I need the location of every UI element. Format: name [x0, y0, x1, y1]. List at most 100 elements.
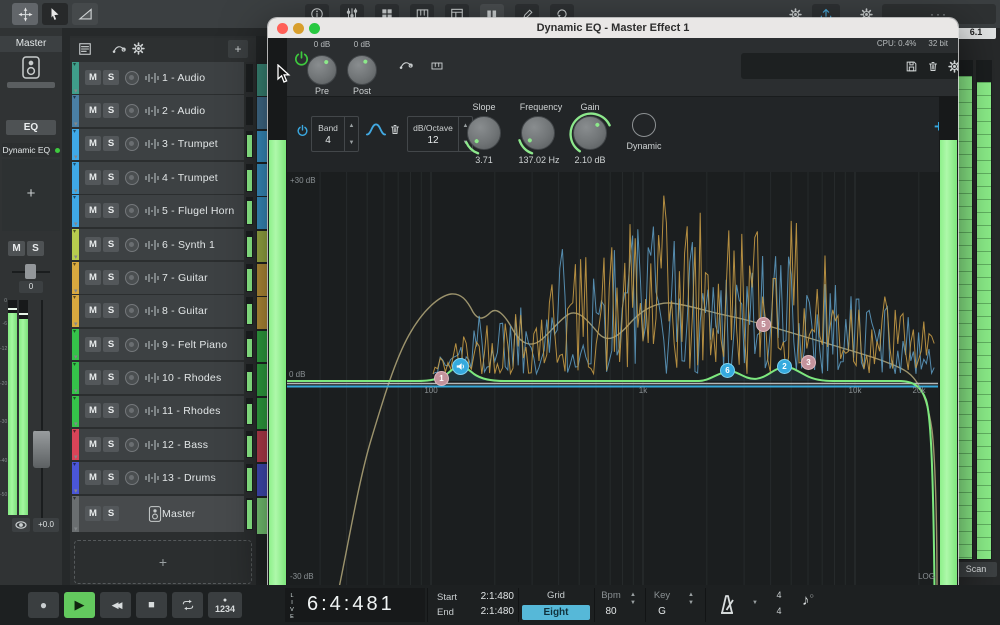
bpm-steppers[interactable]: ▲▼	[630, 591, 636, 607]
fade-tool-button[interactable]	[72, 3, 98, 25]
track-name[interactable]: 13 - Drums	[162, 472, 216, 484]
clip-block[interactable]	[257, 398, 267, 430]
delete-preset-icon[interactable]	[927, 60, 939, 73]
automation-arrow-icon[interactable]: ▾	[74, 488, 78, 495]
key-value[interactable]: G	[648, 606, 676, 617]
track-name[interactable]: Master	[162, 508, 195, 520]
arm-record-button[interactable]	[125, 171, 139, 185]
automation-icon[interactable]	[397, 58, 415, 72]
fold-arrow-icon[interactable]: ▾	[73, 262, 76, 268]
monitor-toggle-button[interactable]	[12, 518, 30, 532]
track-solo-button[interactable]: S	[103, 370, 119, 385]
clip-block[interactable]	[257, 498, 267, 534]
band-up-arrow[interactable]: ▲	[349, 123, 355, 129]
track-solo-button[interactable]: S	[103, 270, 119, 285]
band-down-arrow[interactable]: ▼	[349, 140, 355, 146]
eq-graph[interactable]: +30 dB 0 dB -30 dB LOG 1001k10k20k 15623	[287, 172, 939, 590]
track-mute-button[interactable]: M	[85, 237, 101, 252]
arm-record-button[interactable]	[125, 371, 139, 385]
track-mute-button[interactable]: M	[85, 370, 101, 385]
fold-arrow-icon[interactable]: ▾	[73, 129, 76, 135]
track-name[interactable]: 8 - Guitar	[162, 305, 208, 317]
track-solo-button[interactable]: S	[103, 237, 119, 252]
post-gain-knob[interactable]	[347, 55, 377, 85]
arm-record-button[interactable]	[125, 204, 139, 218]
automation-arrow-icon[interactable]: ▾	[74, 388, 78, 395]
track-solo-button[interactable]: S	[103, 506, 119, 521]
bell-shape-icon[interactable]	[365, 121, 387, 137]
add-plugin-button[interactable]: +	[2, 185, 60, 202]
clip-block[interactable]	[257, 364, 267, 396]
arm-record-button[interactable]	[125, 304, 139, 318]
track-row[interactable]: ▾ M S 4 - Trumpet ▾	[72, 162, 244, 194]
track-row[interactable]: ▾ M S 7 - Guitar ▾	[72, 262, 244, 294]
track-mute-button[interactable]: M	[85, 203, 101, 218]
track-mute-button[interactable]: M	[85, 403, 101, 418]
track-mute-button[interactable]: M	[85, 170, 101, 185]
clip-block[interactable]	[257, 64, 267, 96]
time-signature-top[interactable]: 4	[771, 590, 787, 600]
arm-record-button[interactable]	[125, 471, 139, 485]
track-solo-button[interactable]: S	[103, 203, 119, 218]
master-gain-readout[interactable]: +0.0	[33, 518, 59, 532]
close-window-button[interactable]	[277, 23, 288, 34]
preset-field[interactable]	[741, 53, 958, 79]
grid-value-button[interactable]: Eight	[522, 605, 590, 620]
track-row[interactable]: ▾ M S 9 - Felt Piano ▾	[72, 329, 244, 361]
track-mute-button[interactable]: M	[85, 506, 101, 521]
automation-arrow-icon[interactable]: ▾	[74, 188, 78, 195]
add-track-button[interactable]: +	[228, 40, 248, 58]
clip-block[interactable]	[257, 264, 267, 296]
track-name[interactable]: 3 - Trumpet	[162, 138, 218, 150]
track-mute-button[interactable]: M	[85, 270, 101, 285]
fold-arrow-icon[interactable]: ▾	[73, 195, 76, 201]
fold-arrow-icon[interactable]: ▾	[73, 362, 76, 368]
metronome-dropdown[interactable]: ▼	[752, 599, 758, 607]
automation-arrow-icon[interactable]: ▾	[74, 221, 78, 228]
eq-band-node-5[interactable]: 5	[756, 317, 771, 332]
fold-arrow-icon[interactable]: ▾	[73, 95, 76, 101]
track-row[interactable]: ▾ M S 2 - Audio ▾	[72, 95, 244, 127]
track-name[interactable]: 4 - Trumpet	[162, 172, 218, 184]
arm-record-button[interactable]	[125, 338, 139, 352]
track-name[interactable]: 5 - Flugel Horn	[162, 205, 234, 217]
track-solo-button[interactable]: S	[103, 103, 119, 118]
track-mute-button[interactable]: M	[85, 470, 101, 485]
eq-band-node-3[interactable]: 3	[801, 355, 816, 370]
fold-arrow-icon[interactable]: ▾	[73, 329, 76, 335]
fold-arrow-icon[interactable]: ▾	[73, 162, 76, 168]
track-mute-button[interactable]: M	[85, 70, 101, 85]
track-row[interactable]: ▾ M S 11 - Rhodes ▾	[72, 396, 244, 428]
zoom-window-button[interactable]	[309, 23, 320, 34]
track-mute-button[interactable]: M	[85, 437, 101, 452]
master-solo-button[interactable]: S	[27, 241, 44, 256]
clip-block[interactable]	[257, 164, 267, 196]
clip-block[interactable]	[257, 431, 267, 463]
master-volume-bar[interactable]	[7, 82, 55, 88]
start-value[interactable]: 2:1:480	[478, 591, 514, 602]
master-fader-handle[interactable]	[33, 430, 50, 468]
track-name[interactable]: 10 - Rhodes	[162, 372, 221, 384]
track-solo-button[interactable]: S	[103, 470, 119, 485]
clip-block[interactable]	[257, 297, 267, 329]
arm-record-button[interactable]	[125, 71, 139, 85]
automation-arrow-icon[interactable]: ▾	[74, 121, 78, 128]
arm-record-button[interactable]	[125, 238, 139, 252]
eq-band-node-4[interactable]	[452, 358, 469, 375]
frequency-knob[interactable]	[521, 116, 555, 150]
pan-handle[interactable]	[25, 264, 36, 279]
clip-block[interactable]	[257, 97, 267, 129]
automation-arrow-icon[interactable]: ▾	[74, 526, 78, 533]
automation-arrow-icon[interactable]: ▾	[74, 354, 78, 361]
stop-button[interactable]: ■	[136, 592, 167, 618]
automation-arrow-icon[interactable]: ▾	[74, 454, 78, 461]
rewind-button[interactable]: ◀◀	[100, 592, 131, 618]
arm-record-button[interactable]	[125, 404, 139, 418]
clip-block[interactable]	[257, 331, 267, 363]
count-in-button[interactable]: ● 1234	[208, 592, 242, 618]
fold-arrow-icon[interactable]: ▾	[73, 429, 76, 435]
track-name[interactable]: 12 - Bass	[162, 439, 208, 451]
end-value[interactable]: 2:1:480	[478, 606, 514, 617]
track-name[interactable]: 7 - Guitar	[162, 272, 208, 284]
automation-arrow-icon[interactable]: ▾	[74, 321, 78, 328]
